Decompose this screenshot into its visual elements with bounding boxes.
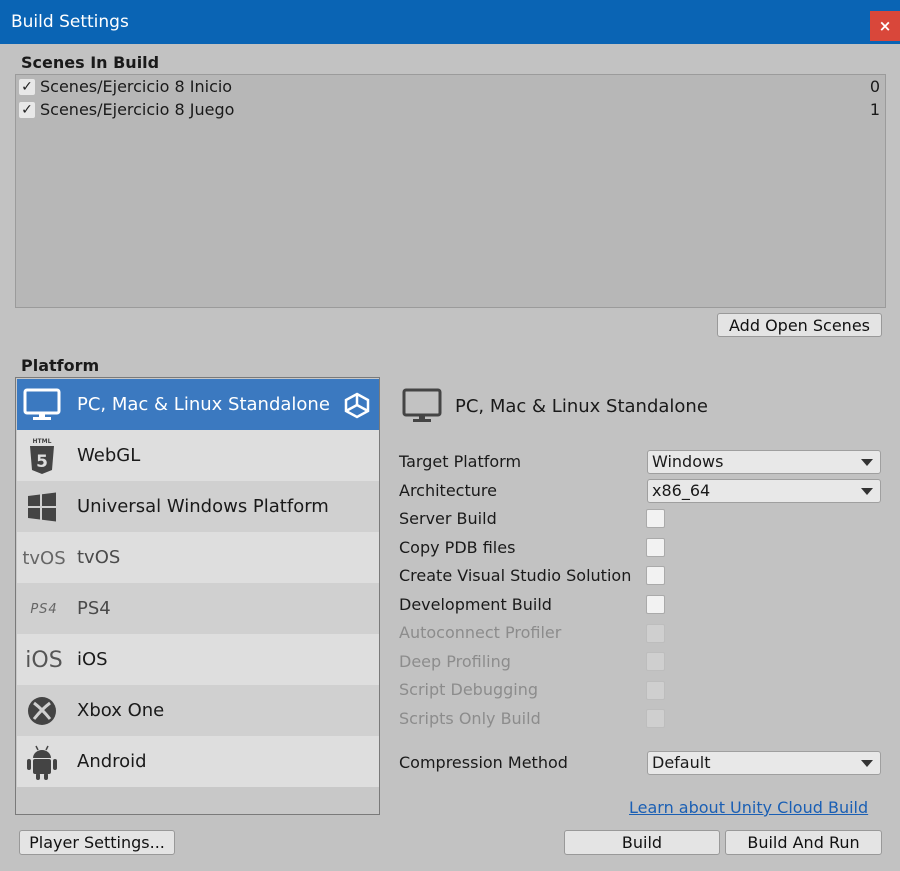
scene-row[interactable]: ✓ Scenes/Ejercicio 8 Juego 1 (17, 99, 884, 122)
platform-label: WebGL (77, 445, 141, 466)
platform-item-ps4[interactable]: PS4 PS4 (17, 583, 379, 634)
unity-active-icon (343, 391, 371, 423)
autoconnect-profiler-checkbox (646, 624, 665, 643)
platform-label: PS4 (77, 598, 111, 619)
monitor-icon (23, 387, 61, 423)
compression-method-value: Default (652, 753, 711, 772)
scene-index: 1 (869, 100, 880, 119)
scenes-section-title: Scenes In Build (21, 53, 160, 72)
target-platform-dropdown[interactable]: Windows (647, 450, 881, 474)
add-open-scenes-button[interactable]: Add Open Scenes (717, 313, 882, 337)
platform-item-uwp[interactable]: Universal Windows Platform (17, 481, 379, 532)
platform-label: Universal Windows Platform (77, 496, 329, 517)
platform-item-tvos[interactable]: tvOS tvOS (17, 532, 379, 583)
platform-label: iOS (77, 649, 108, 670)
xbox-icon (23, 693, 61, 729)
monitor-icon (402, 388, 442, 428)
compression-method-label: Compression Method (399, 753, 568, 772)
ios-icon: iOS (25, 647, 63, 673)
windows-icon (23, 489, 61, 525)
chevron-down-icon (861, 459, 873, 466)
scene-checkbox-icon[interactable]: ✓ (19, 102, 35, 118)
scripts-only-build-label: Scripts Only Build (399, 709, 541, 728)
scene-index: 0 (869, 77, 880, 96)
autoconnect-profiler-label: Autoconnect Profiler (399, 623, 562, 642)
scene-name: Scenes/Ejercicio 8 Inicio (40, 77, 233, 96)
player-settings-button[interactable]: Player Settings... (19, 830, 175, 855)
architecture-dropdown[interactable]: x86_64 (647, 479, 881, 503)
build-button[interactable]: Build (564, 830, 720, 855)
scripts-only-build-checkbox (646, 709, 665, 728)
platform-label: Xbox One (77, 700, 165, 721)
architecture-label: Architecture (399, 481, 497, 500)
chevron-down-icon (861, 760, 873, 767)
platform-list: PC, Mac & Linux Standalone HTML 5 WebGL U… (15, 377, 380, 815)
close-button[interactable]: × (870, 11, 900, 41)
window-title: Build Settings (11, 12, 129, 32)
svg-text:5: 5 (36, 452, 48, 472)
chevron-down-icon (861, 488, 873, 495)
deep-profiling-label: Deep Profiling (399, 652, 511, 671)
development-build-checkbox[interactable] (646, 595, 665, 614)
android-icon (23, 744, 61, 780)
platform-item-webgl[interactable]: HTML 5 WebGL (17, 430, 379, 481)
cloud-build-link[interactable]: Learn about Unity Cloud Build (629, 798, 868, 817)
copy-pdb-checkbox[interactable] (646, 538, 665, 557)
architecture-value: x86_64 (652, 481, 711, 500)
target-platform-label: Target Platform (399, 452, 522, 471)
scenes-list[interactable]: ✓ Scenes/Ejercicio 8 Inicio 0 ✓ Scenes/E… (15, 74, 886, 308)
scene-checkbox-icon[interactable]: ✓ (19, 79, 35, 95)
platform-item-ios[interactable]: iOS iOS (17, 634, 379, 685)
create-vs-solution-label: Create Visual Studio Solution (399, 566, 632, 585)
development-build-label: Development Build (399, 595, 552, 614)
platform-item-android[interactable]: Android (17, 736, 379, 787)
compression-method-dropdown[interactable]: Default (647, 751, 881, 775)
scene-row[interactable]: ✓ Scenes/Ejercicio 8 Inicio 0 (17, 76, 884, 99)
platform-item-standalone[interactable]: PC, Mac & Linux Standalone (17, 379, 379, 430)
scene-name: Scenes/Ejercicio 8 Juego (40, 100, 235, 119)
svg-text:HTML: HTML (33, 438, 52, 445)
platform-section-title: Platform (21, 356, 100, 375)
tvos-icon: tvOS (22, 547, 66, 569)
platform-item-xbox[interactable]: Xbox One (17, 685, 379, 736)
build-and-run-button[interactable]: Build And Run (725, 830, 882, 855)
server-build-checkbox[interactable] (646, 509, 665, 528)
script-debugging-checkbox (646, 681, 665, 700)
create-vs-solution-checkbox[interactable] (646, 566, 665, 585)
html5-icon: HTML 5 (23, 438, 61, 474)
target-platform-value: Windows (652, 452, 724, 471)
title-bar (0, 0, 900, 44)
server-build-label: Server Build (399, 509, 497, 528)
platform-label: PC, Mac & Linux Standalone (77, 394, 330, 415)
deep-profiling-checkbox (646, 652, 665, 671)
ps4-icon: PS4 (30, 601, 58, 617)
platform-label: Android (77, 751, 147, 772)
copy-pdb-label: Copy PDB files (399, 538, 516, 557)
platform-label: tvOS (77, 547, 121, 568)
script-debugging-label: Script Debugging (399, 680, 539, 699)
settings-platform-title: PC, Mac & Linux Standalone (455, 396, 708, 417)
